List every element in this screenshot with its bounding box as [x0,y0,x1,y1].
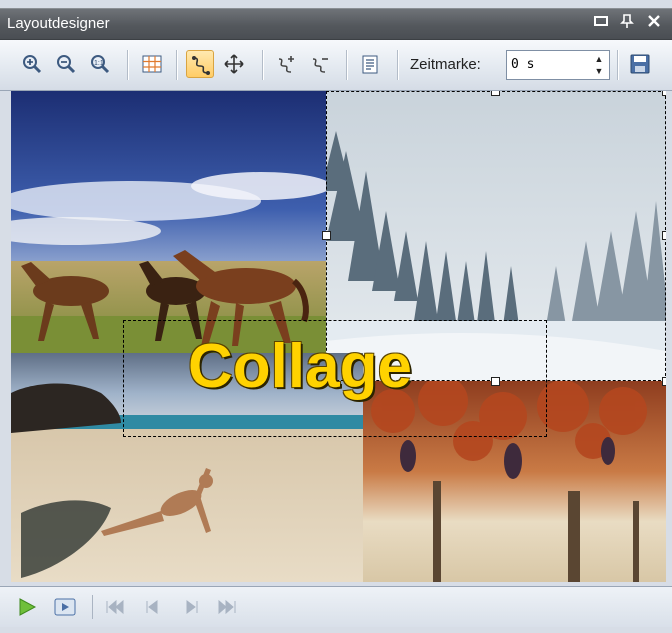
zoom-in-icon[interactable] [18,50,46,78]
resize-handle[interactable] [491,377,500,386]
resize-handle[interactable] [662,91,666,96]
spin-up-icon[interactable]: ▲ [592,53,606,65]
window-title: Layoutdesigner [7,15,110,32]
add-keyframe-icon[interactable] [273,50,301,78]
pin-icon[interactable] [618,14,636,32]
first-frame-icon[interactable] [104,597,126,617]
toolbar-separator [262,50,264,80]
align-icon[interactable] [356,50,384,78]
zeitmarke-stepper[interactable]: 0 s ▲ ▼ [506,50,610,80]
motion-path-icon[interactable] [186,50,214,78]
toolbar: 1:1 Zeitmarke: 0 s ▲ ▼ [0,40,672,91]
previous-frame-icon[interactable] [142,597,164,617]
zoom-out-icon[interactable] [52,50,80,78]
toolbar-separator [617,50,619,80]
photo-horses[interactable] [11,91,326,353]
zeitmarke-label: Zeitmarke: [410,56,481,73]
zoom-fit-icon[interactable]: 1:1 [86,50,114,78]
resize-handle[interactable] [662,231,666,240]
next-frame-icon[interactable] [180,597,202,617]
resize-handle[interactable] [322,231,331,240]
layoutdesigner-window: Layoutdesigner 1:1 Zeitmarke: 0 s ▲ ▼ Co… [0,0,672,633]
minimize-icon[interactable] [592,14,610,32]
close-icon[interactable] [645,14,663,32]
toolbar-separator [346,50,348,80]
toolbar-separator [397,50,399,80]
last-frame-icon[interactable] [216,597,238,617]
toolbar-separator [127,50,129,80]
photo-vineyard[interactable] [363,381,666,582]
spin-down-icon[interactable]: ▼ [592,65,606,77]
grid-icon[interactable] [138,50,166,78]
move-icon[interactable] [220,50,248,78]
save-icon[interactable] [626,50,654,78]
layout-canvas[interactable]: Collage [11,91,666,582]
preview-icon[interactable] [54,597,76,617]
resize-handle[interactable] [491,91,500,96]
title-bar[interactable]: Layoutdesigner [0,8,672,40]
collage-text[interactable]: Collage [188,331,412,402]
toolbar-separator [176,50,178,80]
playback-separator [92,595,93,619]
svg-text:1:1: 1:1 [94,60,104,67]
resize-handle[interactable] [662,377,666,386]
play-icon[interactable] [16,597,38,617]
playback-bar [0,586,672,627]
zeitmarke-value[interactable]: 0 s [511,57,534,72]
remove-keyframe-icon[interactable] [307,50,335,78]
